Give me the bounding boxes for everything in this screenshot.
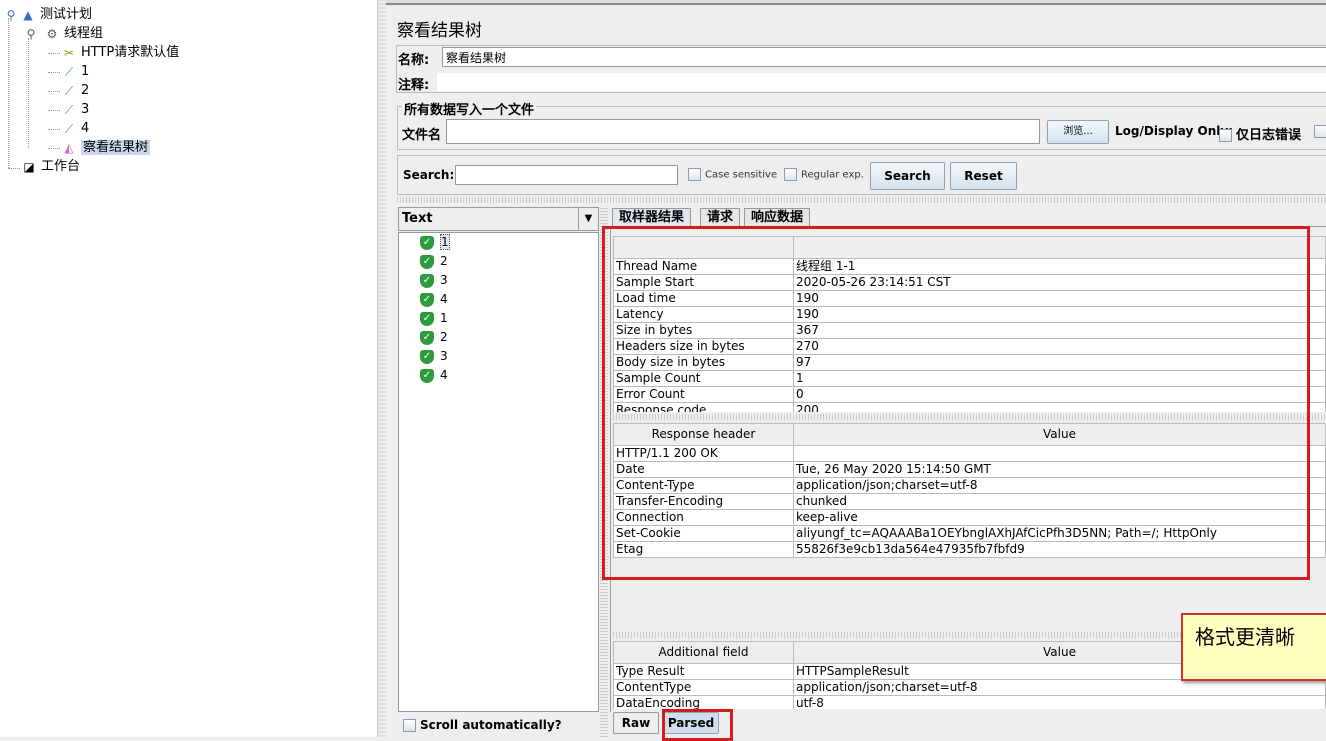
result-label: 1: [440, 234, 450, 250]
scroll-automatically-checkbox[interactable]: Scroll automatically?: [403, 718, 562, 732]
result-label: 2: [440, 330, 448, 344]
result-item[interactable]: ✓ 1: [420, 309, 448, 328]
tab-response-data[interactable]: 响应数据: [744, 208, 811, 227]
result-item[interactable]: ✓ 4: [420, 366, 448, 385]
tree-node-test-plan[interactable]: ⚲ ▲ 测试计划: [2, 6, 92, 24]
toolbar-strip: [386, 0, 1326, 5]
success-shield-icon: ✓: [420, 235, 434, 250]
result-item[interactable]: ✓ 4: [420, 290, 448, 309]
result-item[interactable]: ✓ 2: [420, 328, 448, 347]
name-label: 名称:: [398, 53, 430, 68]
table-row[interactable]: ContentType application/json;charset=utf-…: [613, 679, 1326, 696]
result-item[interactable]: ✓ 3: [420, 271, 448, 290]
tab-sampler-result[interactable]: 取样器结果: [612, 208, 692, 227]
tree-node-sampler-2[interactable]: ⟋ 2: [60, 82, 89, 100]
horizontal-splitter[interactable]: [397, 197, 1326, 203]
tab-request[interactable]: 请求: [700, 208, 741, 227]
pipette-icon: ⟋: [64, 83, 74, 98]
success-shield-icon: ✓: [420, 254, 434, 269]
pipette-icon: ⟋: [64, 102, 74, 117]
result-label: 4: [440, 292, 448, 306]
annotation-note: 格式更清晰: [1181, 613, 1326, 681]
search-input[interactable]: [455, 165, 678, 185]
result-label: 1: [440, 311, 448, 325]
fieldset-legend: 所有数据写入一个文件: [402, 99, 537, 118]
table-cell: Type Result: [613, 663, 794, 680]
tree-node-sampler-4[interactable]: ⟋ 4: [60, 120, 89, 138]
success-shield-icon: ✓: [420, 368, 434, 383]
result-label: 3: [440, 349, 448, 363]
column-header[interactable]: Additional field: [613, 641, 794, 664]
tree-node-thread-group[interactable]: ⚲ ⚙ 线程组: [22, 25, 103, 43]
result-label: 3: [440, 273, 448, 287]
table-cell: DataEncoding: [613, 695, 794, 709]
pipette-icon: ⟋: [64, 64, 74, 79]
regular-exp-checkbox[interactable]: Regular exp.: [784, 168, 864, 181]
tree-node-http-defaults[interactable]: ✂ HTTP请求默认值: [60, 44, 179, 62]
comment-input[interactable]: [436, 72, 1326, 92]
raw-tab[interactable]: Raw: [613, 712, 659, 734]
workbench-icon: ◪: [23, 159, 35, 174]
success-shield-icon: ✓: [420, 311, 434, 326]
result-item[interactable]: ✓ 3: [420, 347, 448, 366]
filename-input[interactable]: [446, 119, 1040, 144]
successes-only-checkbox[interactable]: [1314, 124, 1326, 138]
reset-button[interactable]: Reset: [950, 162, 1017, 190]
result-label: 4: [440, 368, 448, 382]
highlight-box: [602, 226, 1310, 580]
success-shield-icon: ✓: [420, 330, 434, 345]
wrench-icon: ✂: [63, 45, 75, 60]
errors-only-checkbox[interactable]: 仅日志错误: [1219, 124, 1301, 143]
success-shield-icon: ✓: [420, 349, 434, 364]
browse-button[interactable]: 浏览...: [1047, 120, 1109, 144]
table-row[interactable]: DataEncoding utf-8: [613, 695, 1326, 709]
tree-node-workbench[interactable]: ◪ 工作台: [20, 158, 80, 176]
flask-icon: ⚲: [6, 7, 16, 22]
comment-label: 注释:: [398, 78, 430, 93]
page-title: 察看结果树: [397, 21, 482, 41]
table-cell: application/json;charset=utf-8: [793, 679, 1326, 696]
tree-node-sampler-1[interactable]: ⟋ 1: [60, 63, 89, 81]
pipette-icon: ⟋: [64, 121, 74, 136]
log-display-label: Log/Display Only:: [1115, 124, 1233, 138]
result-item[interactable]: ✓ 2: [420, 252, 448, 271]
highlight-box: [662, 709, 733, 741]
success-shield-icon: ✓: [420, 273, 434, 288]
name-input[interactable]: [442, 47, 1326, 67]
table-cell: ContentType: [613, 679, 794, 696]
success-shield-icon: ✓: [420, 292, 434, 307]
result-label: 2: [440, 254, 448, 268]
chevron-down-icon: ▼: [578, 208, 598, 230]
table-cell: utf-8: [793, 695, 1326, 709]
case-sensitive-checkbox[interactable]: Case sensitive: [688, 168, 777, 181]
split-pane-divider[interactable]: [378, 0, 386, 737]
tree-node-sampler-3[interactable]: ⟋ 3: [60, 101, 89, 119]
search-button[interactable]: Search: [870, 162, 945, 190]
test-plan-tree[interactable]: ⚲ ▲ 测试计划 ⚲ ⚙ 线程组 ✂ HTTP请求默认值 ⟋ 1 ⟋ 2 ⟋ 3 ⟋ 4 ◭ 察看结…: [0, 0, 378, 737]
result-item[interactable]: ✓ 1: [420, 233, 450, 252]
gear-icon: ⚙: [46, 26, 58, 41]
renderer-select[interactable]: Text ▼: [398, 207, 599, 231]
filename-label: 文件名: [402, 128, 442, 143]
tree-node-view-results-tree[interactable]: ◭ 察看结果树: [60, 139, 151, 157]
search-label: Search:: [403, 168, 455, 182]
graph-icon: ◭: [64, 140, 74, 155]
